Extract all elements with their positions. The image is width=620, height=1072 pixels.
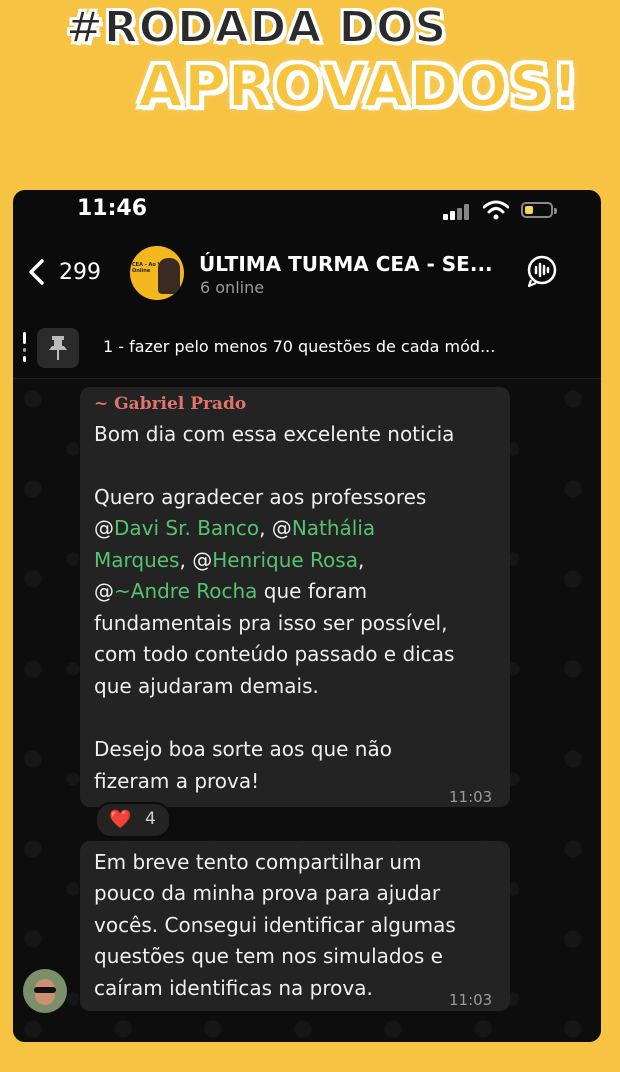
mention-nathalia-cont[interactable]: Marques	[94, 548, 179, 572]
headline-line-2: APROVADOS!	[137, 51, 580, 121]
pinned-indicator	[23, 332, 26, 362]
pinned-message-text: 1 - fazer pelo menos 70 questões de cada…	[103, 337, 496, 356]
message-timestamp: 11:03	[449, 991, 493, 1009]
message-sender[interactable]: ~ Gabriel Prado	[94, 389, 246, 421]
message-line: fizeram a prova!	[94, 769, 260, 793]
pin-icon	[49, 336, 67, 360]
battery-icon	[521, 202, 557, 218]
mention-davi[interactable]: Davi Sr. Banco	[114, 516, 259, 540]
message-timestamp: 11:03	[449, 788, 493, 806]
mention-nathalia[interactable]: Nathália	[292, 516, 375, 540]
message-line: pouco da minha prova para ajudar	[94, 881, 441, 905]
pinned-message-bar[interactable]: 1 - fazer pelo menos 70 questões de cada…	[13, 318, 601, 379]
message-line: Em breve tento compartilhar um	[94, 850, 422, 874]
wifi-icon	[483, 200, 509, 220]
message-line: caíram identificas na prova.	[94, 976, 373, 1000]
group-avatar[interactable]: CEA - Ao Vivo Online	[130, 246, 184, 300]
signal-icon	[443, 204, 471, 220]
message-line: com todo conteúdo passado e dicas	[94, 642, 455, 666]
message-line: fundamentais pra isso ser possível,	[94, 611, 448, 635]
message-line: Quero agradecer aos professores	[94, 485, 427, 509]
message-line: @~Andre Rocha que foram	[94, 579, 368, 603]
group-name[interactable]: ÚLTIMA TURMA CEA - SE...	[199, 252, 493, 276]
message-line: Desejo boa sorte aos que não	[94, 737, 392, 761]
phone-screenshot: 11:46 299 CEA - Ao Vivo Online ÚLTIMA TUR…	[13, 190, 601, 1042]
chat-messages[interactable]: ~ Gabriel Prado Bom dia com essa excelen…	[13, 379, 601, 1042]
heart-icon: ❤️	[109, 809, 132, 830]
status-bar: 11:46	[13, 190, 601, 230]
reaction-count: 4	[145, 809, 156, 829]
reaction-badge[interactable]: ❤️ 4	[95, 802, 171, 838]
message-line: @Davi Sr. Banco, @Nathália	[94, 516, 376, 540]
mention-andre[interactable]: ~Andre Rocha	[114, 579, 257, 603]
status-time: 11:46	[77, 196, 148, 221]
message-line: Bom dia com essa excelente noticia	[94, 422, 455, 446]
headline-line-1: #RODADA DOS	[65, 1, 448, 54]
back-unread-count[interactable]: 299	[59, 260, 101, 285]
message-line: questões que tem nos simulados e	[94, 944, 443, 968]
message-line: Marques, @Henrique Rosa,	[94, 548, 365, 572]
message-line: vocês. Consegui identificar algumas	[94, 913, 456, 937]
message-line: que ajudaram demais.	[94, 674, 319, 698]
mention-henrique[interactable]: Henrique Rosa	[212, 548, 358, 572]
back-chevron-icon[interactable]	[23, 258, 51, 286]
voice-call-icon[interactable]	[525, 254, 559, 288]
sender-avatar[interactable]	[23, 969, 67, 1013]
message-bubble[interactable]: Em breve tento compartilhar um pouco da …	[80, 841, 510, 1011]
pin-button[interactable]	[37, 328, 79, 368]
promo-headline: #RODADA DOS APROVADOS!	[0, 0, 620, 130]
chat-header: 299 CEA - Ao Vivo Online ÚLTIMA TURMA CEA…	[13, 238, 601, 308]
message-bubble[interactable]: ~ Gabriel Prado Bom dia com essa excelen…	[80, 387, 510, 807]
online-count: 6 online	[200, 278, 265, 297]
